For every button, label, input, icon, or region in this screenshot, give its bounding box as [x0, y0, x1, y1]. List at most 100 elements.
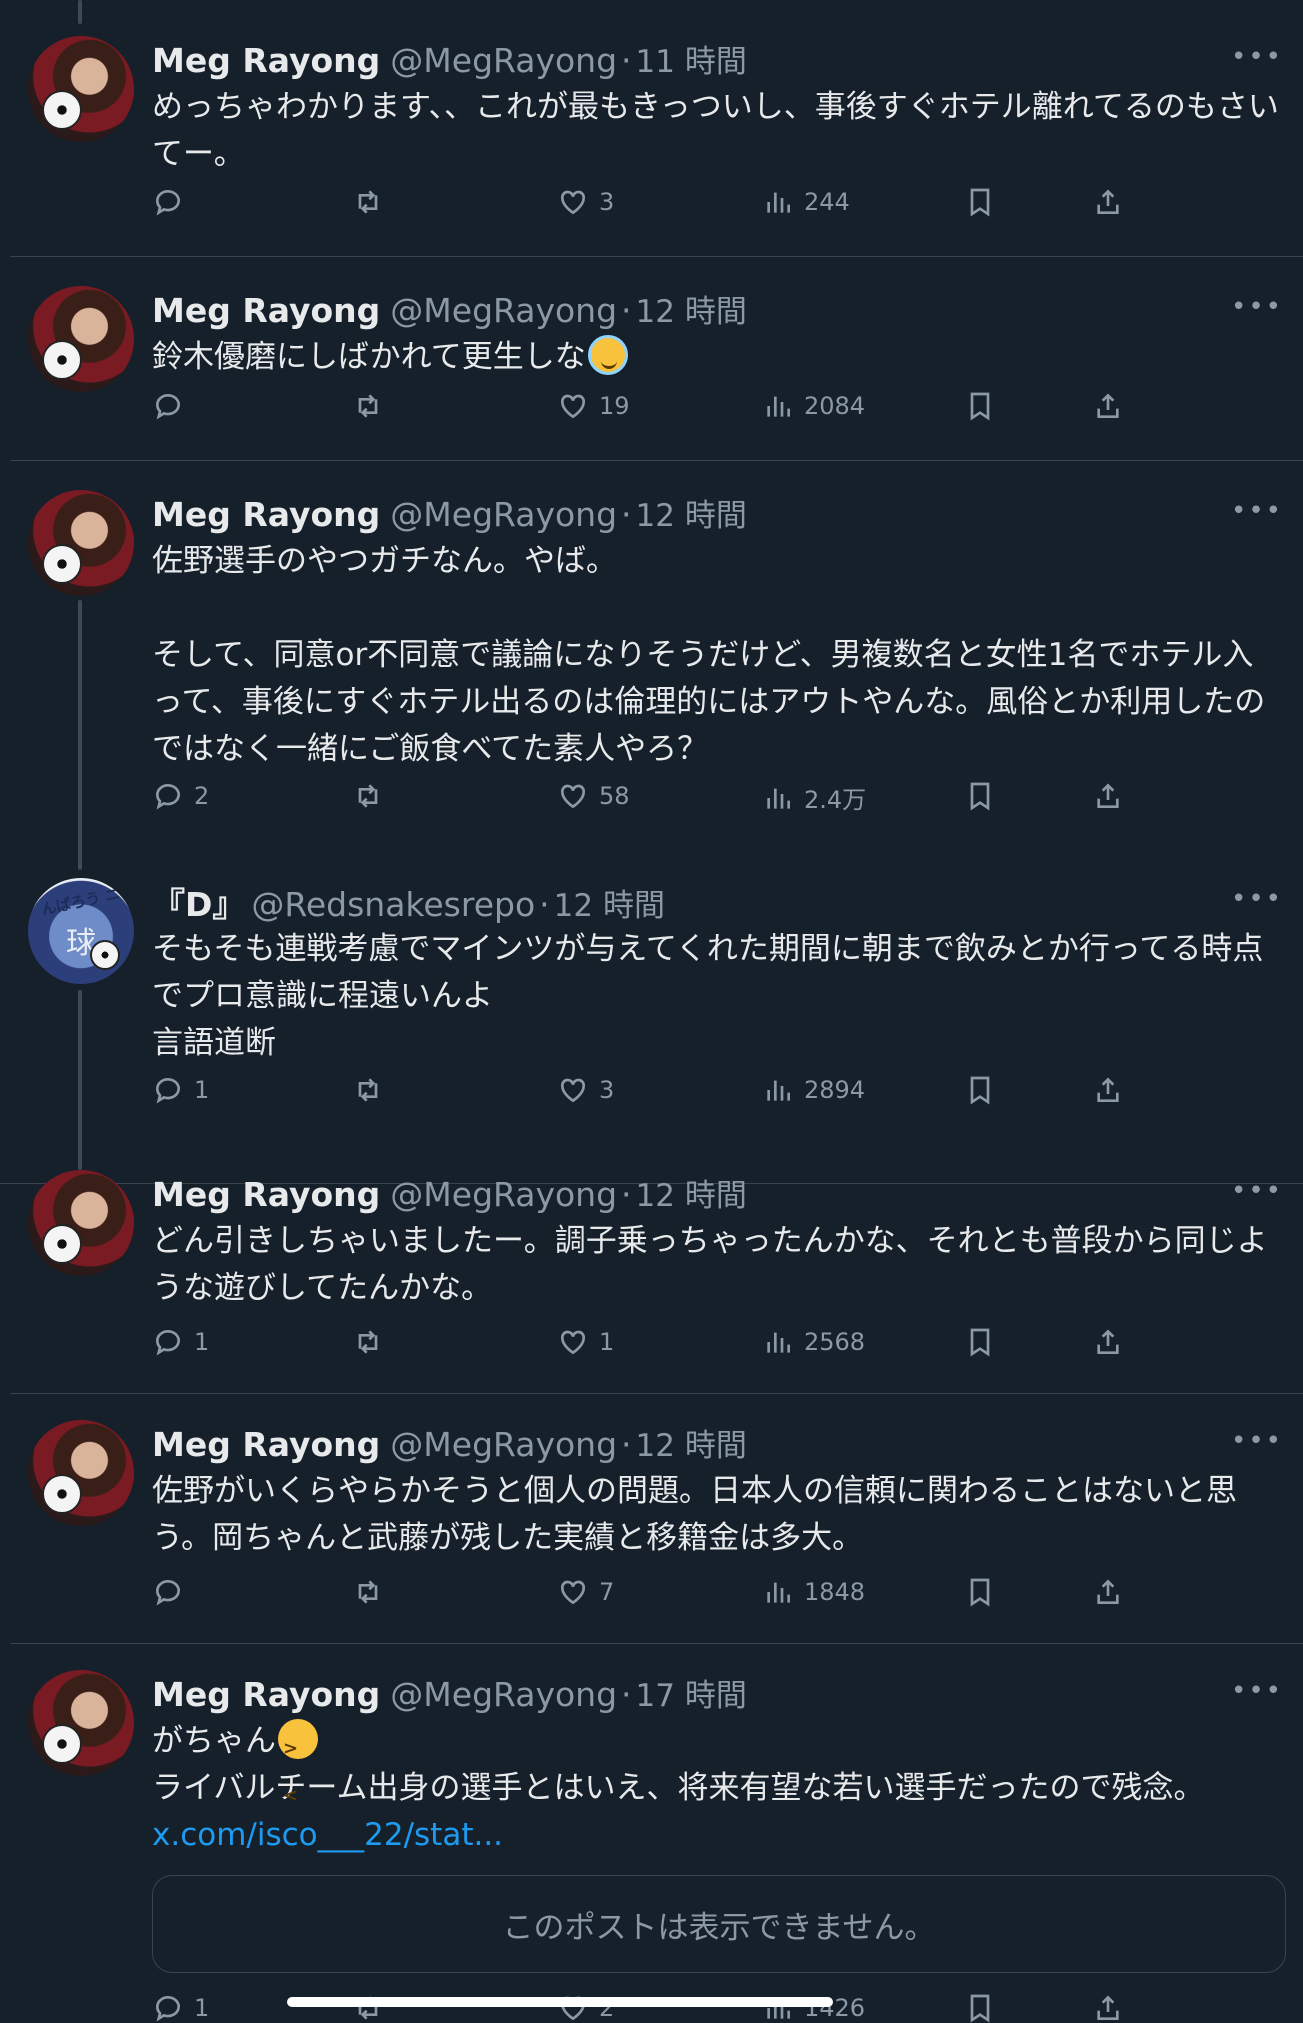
tweet[interactable]: Meg Rayong @MegRayong · 17 時間 ••• がちゃん ラ… — [0, 1670, 1303, 2023]
view-count: 2894 — [804, 1076, 866, 1104]
share-button[interactable] — [1092, 1074, 1124, 1106]
retweet-button[interactable] — [352, 390, 394, 422]
timestamp[interactable]: 17 時間 — [636, 1670, 747, 1715]
tweet-text: そもそも連戦考慮でマインツが与えてくれた期間に朝まで飲みとか行ってる時点でプロ意… — [152, 926, 1282, 1067]
soccer-ball-icon — [90, 940, 120, 970]
bookmark-button[interactable] — [964, 1326, 996, 1358]
display-name[interactable]: Meg Rayong — [152, 1675, 380, 1714]
display-name[interactable]: 『D』 — [152, 878, 245, 926]
like-button[interactable]: 3 — [557, 186, 614, 218]
tweet-link[interactable]: x.com/isco___22/stat... — [152, 1812, 1282, 1859]
share-button[interactable] — [1092, 390, 1124, 422]
display-name[interactable]: Meg Rayong — [152, 1425, 380, 1464]
heart-icon — [560, 1580, 586, 1605]
share-button[interactable] — [1092, 1992, 1124, 2023]
more-dots-icon[interactable]: ••• — [1231, 42, 1283, 72]
user-handle[interactable]: @MegRayong — [390, 495, 617, 534]
reply-button[interactable]: 1 — [152, 1074, 209, 1106]
share-button[interactable] — [1092, 1326, 1124, 1358]
share-icon — [1097, 1329, 1119, 1354]
display-name[interactable]: Meg Rayong — [152, 41, 380, 80]
avatar[interactable] — [28, 36, 134, 142]
bookmark-button[interactable] — [964, 186, 996, 218]
like-count: 1 — [599, 1328, 615, 1356]
like-button[interactable]: 1 — [557, 1326, 614, 1358]
tweet-header: 『D』 @Redsnakesrepo · 12 時間 — [152, 878, 665, 924]
share-icon — [1097, 393, 1119, 418]
bookmark-button[interactable] — [964, 390, 996, 422]
bookmark-button[interactable] — [964, 1992, 996, 2023]
like-button[interactable]: 3 — [557, 1074, 614, 1106]
share-button[interactable] — [1092, 186, 1124, 218]
bookmark-button[interactable] — [964, 780, 996, 812]
more-dots-icon[interactable]: ••• — [1231, 496, 1283, 526]
user-handle[interactable]: @Redsnakesrepo — [251, 885, 535, 924]
tweet[interactable]: Meg Rayong @MegRayong · 11 時間 ••• めっちゃわか… — [0, 36, 1303, 256]
divider — [10, 1393, 1303, 1394]
retweet-button[interactable] — [352, 1576, 394, 1608]
view-count: 2568 — [804, 1328, 866, 1356]
views-button[interactable]: 1848 — [762, 1576, 865, 1608]
reply-button[interactable] — [152, 186, 194, 218]
retweet-button[interactable] — [352, 1074, 394, 1106]
timestamp[interactable]: 11 時間 — [636, 36, 747, 81]
more-dots-icon[interactable]: ••• — [1231, 1426, 1283, 1456]
avatar[interactable] — [28, 1420, 134, 1526]
more-dots-icon[interactable]: ••• — [1231, 884, 1283, 914]
home-indicator[interactable] — [287, 1997, 833, 2007]
retweet-button[interactable] — [352, 186, 394, 218]
views-button[interactable]: 244 — [762, 186, 850, 218]
like-button[interactable]: 19 — [557, 390, 630, 422]
avatar[interactable] — [28, 1670, 134, 1776]
timestamp[interactable]: 12 時間 — [636, 1170, 747, 1215]
soccer-ball-icon — [42, 544, 82, 584]
reply-button[interactable]: 2 — [152, 780, 209, 812]
retweet-button[interactable] — [352, 780, 394, 812]
user-handle[interactable]: @MegRayong — [390, 1425, 617, 1464]
tweet[interactable]: Meg Rayong @MegRayong · 12 時間 ••• どん引きしち… — [0, 1170, 1303, 1390]
reply-count: 2 — [194, 782, 210, 810]
display-name[interactable]: Meg Rayong — [152, 291, 380, 330]
more-dots-icon[interactable]: ••• — [1231, 1176, 1283, 1206]
bookmark-button[interactable] — [964, 1074, 996, 1106]
avatar[interactable] — [28, 286, 134, 392]
avatar[interactable] — [28, 1170, 134, 1276]
tweet[interactable]: Meg Rayong @MegRayong · 12 時間 ••• 佐野がいくら… — [0, 1420, 1303, 1640]
separator-dot: · — [621, 41, 632, 80]
timestamp[interactable]: 12 時間 — [636, 1420, 747, 1465]
tweet-text: 鈴木優磨にしばかれて更生しな — [152, 334, 1282, 381]
divider — [10, 256, 1303, 257]
views-button[interactable]: 2084 — [762, 390, 865, 422]
views-button[interactable]: 2.4万 — [762, 780, 866, 815]
display-name[interactable]: Meg Rayong — [152, 495, 380, 534]
timestamp[interactable]: 12 時間 — [636, 490, 747, 535]
display-name[interactable]: Meg Rayong — [152, 1175, 380, 1214]
reply-button[interactable] — [152, 1576, 194, 1608]
user-handle[interactable]: @MegRayong — [390, 41, 617, 80]
reply-button[interactable]: 1 — [152, 1326, 209, 1358]
share-button[interactable] — [1092, 780, 1124, 812]
views-button[interactable]: 2568 — [762, 1326, 865, 1358]
timestamp[interactable]: 12 時間 — [636, 286, 747, 331]
like-button[interactable]: 7 — [557, 1576, 614, 1608]
user-handle[interactable]: @MegRayong — [390, 291, 617, 330]
bookmark-button[interactable] — [964, 1576, 996, 1608]
tweet[interactable]: Meg Rayong @MegRayong · 12 時間 ••• 佐野選手のや… — [0, 490, 1303, 850]
timestamp[interactable]: 12 時間 — [554, 880, 665, 925]
more-dots-icon[interactable]: ••• — [1231, 292, 1283, 322]
soccer-ball-icon — [42, 90, 82, 130]
reply-button[interactable]: 1 — [152, 1992, 209, 2023]
share-button[interactable] — [1092, 1576, 1124, 1608]
views-button[interactable]: 2894 — [762, 1074, 865, 1106]
avatar[interactable] — [28, 490, 134, 596]
quoted-post-unavailable[interactable]: このポストは表示できません。 — [152, 1875, 1286, 1973]
like-button[interactable]: 58 — [557, 780, 630, 812]
tweet[interactable]: Meg Rayong @MegRayong · 12 時間 ••• 鈴木優磨にし… — [0, 286, 1303, 456]
user-handle[interactable]: @MegRayong — [390, 1675, 617, 1714]
reply-button[interactable] — [152, 390, 194, 422]
more-dots-icon[interactable]: ••• — [1231, 1676, 1283, 1706]
retweet-button[interactable] — [352, 1326, 394, 1358]
tweet[interactable]: んぱろう ニッポン 球 『D』 @Redsnakesrepo · 12 時間 •… — [0, 878, 1303, 1138]
avatar[interactable]: んぱろう ニッポン 球 — [28, 878, 134, 984]
user-handle[interactable]: @MegRayong — [390, 1175, 617, 1214]
